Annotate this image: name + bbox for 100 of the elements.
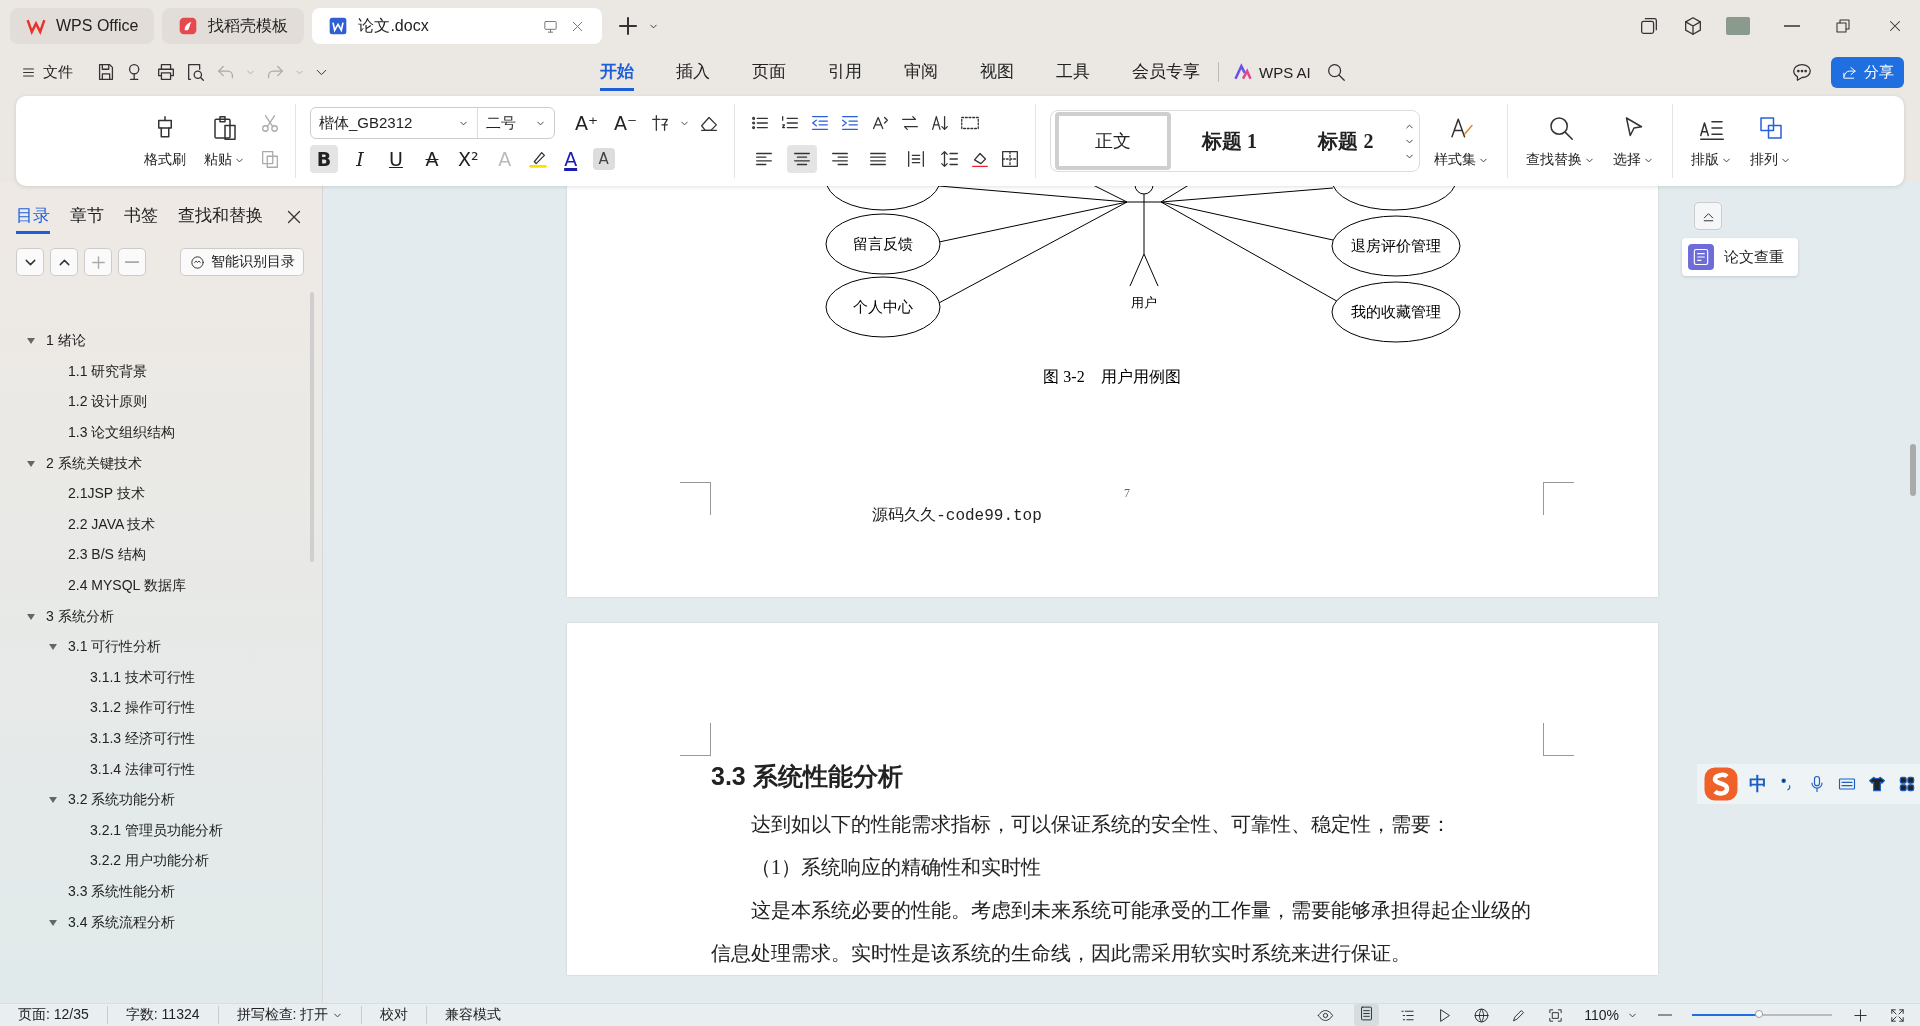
tree-toggle-icon[interactable]	[26, 458, 36, 469]
page-view-button[interactable]	[1354, 1004, 1380, 1026]
panel-tab[interactable]: 章节	[70, 200, 104, 234]
minus-icon	[125, 261, 139, 263]
focus-icon[interactable]	[1547, 1006, 1565, 1024]
layout-button[interactable]: 排版	[1687, 111, 1737, 171]
toc-item[interactable]: 3.4 系统流程分析	[68, 913, 176, 932]
style-option[interactable]: 标题 2	[1287, 112, 1405, 170]
find-replace-button[interactable]: 查找替换	[1522, 111, 1600, 171]
share-button[interactable]: 分享	[1831, 56, 1904, 88]
toc-item[interactable]: 3.2.2 用户功能分析	[90, 852, 210, 871]
proofread-button[interactable]: 校对	[362, 1006, 428, 1024]
ai-button[interactable]: WPS AI	[1233, 62, 1311, 82]
panel-tab[interactable]: 查找和替换	[178, 200, 263, 234]
font-style-button[interactable]: X²	[454, 145, 483, 173]
font-size-dropdown[interactable]: 二号	[478, 108, 554, 138]
toc-item[interactable]: 3.2.1 管理员功能分析	[90, 821, 224, 840]
ribbon-tab[interactable]: 会员专享	[1132, 53, 1200, 91]
input-mode-toggle[interactable]: 中	[1749, 772, 1767, 796]
toc-item[interactable]: 3.1.1 技术可行性	[90, 668, 196, 687]
globe-icon[interactable]	[1473, 1006, 1491, 1024]
use-case: 留言反馈	[825, 213, 941, 275]
style-set-button[interactable]: 样式集	[1430, 111, 1494, 171]
font-style-button[interactable]: A	[418, 145, 446, 173]
ribbon-tab[interactable]: 审阅	[904, 53, 938, 91]
select-button[interactable]: 选择	[1609, 111, 1659, 171]
apps-icon[interactable]	[1897, 774, 1917, 794]
tree-toggle-icon[interactable]	[48, 917, 58, 928]
font-style-button[interactable]: B	[310, 145, 338, 173]
section-heading: 3.3 系统性能分析	[711, 761, 904, 792]
font-style-button[interactable]: A	[592, 148, 615, 170]
toc-item[interactable]: 1.1 研究背景	[68, 362, 148, 381]
panel-tab[interactable]: 目录	[16, 200, 50, 234]
arrange-button[interactable]: 排列	[1746, 111, 1796, 171]
collapse-button[interactable]	[1694, 202, 1722, 230]
expand-button[interactable]	[16, 248, 44, 276]
toc-item[interactable]: 3.2 系统功能分析	[68, 791, 176, 810]
toc-item[interactable]: 2.1JSP 技术	[68, 485, 145, 504]
zoom-slider-thumb[interactable]	[1755, 1010, 1764, 1018]
actor-label: 用户	[1131, 295, 1157, 310]
toc-item[interactable]: 3.3 系统性能分析	[68, 883, 176, 901]
file-menu[interactable]: 文件	[20, 62, 73, 82]
toc-item[interactable]: 3 系统分析	[46, 607, 114, 626]
style-option[interactable]: 标题 1	[1171, 112, 1288, 170]
spell-check-toggle[interactable]: 拼写检查: 打开	[218, 1006, 363, 1024]
toc-item[interactable]: 1 绪论	[46, 332, 86, 351]
body-paragraph: 这是本系统必要的性能。考虑到未来系统可能承受的工作量，需要能够承担得起企业级的信息处理需求。实时性是该系统的生命线，因此需采用软实时系统来进行保证。	[711, 898, 1532, 966]
style-option[interactable]: 正文	[1055, 112, 1172, 170]
ribbon-tab[interactable]: 工具	[1056, 53, 1090, 91]
toc-item[interactable]: 1.3 论文组织结构	[68, 424, 176, 443]
ribbon-tab[interactable]: 引用	[828, 53, 862, 91]
toc-item[interactable]: 3.1.3 经济可行性	[90, 730, 196, 748]
ribbon-tab[interactable]: 页面	[752, 53, 786, 91]
ribbon-tab[interactable]: 插入	[676, 53, 710, 91]
toc-item[interactable]: 2.4 MYSQL 数据库	[68, 577, 186, 596]
tree-toggle-icon[interactable]	[26, 611, 36, 622]
use-case: 退房评价管理	[1331, 215, 1461, 277]
toc-item[interactable]: 2.3 B/S 结构	[68, 546, 146, 565]
grow-font-button[interactable]: A⁺	[571, 109, 603, 137]
ribbon-tab[interactable]: 开始	[600, 53, 634, 91]
font-style-button[interactable]: A	[556, 145, 585, 173]
word-count[interactable]: 字数: 11324	[107, 1006, 219, 1024]
plus-icon	[89, 253, 107, 271]
smart-icon	[189, 253, 206, 271]
toc-item[interactable]: 3.1.2 操作可行性	[90, 699, 196, 718]
restore-icon[interactable]	[1834, 17, 1852, 35]
print-preview-icon[interactable]	[185, 61, 207, 83]
shrink-font-button[interactable]: A⁻	[610, 109, 642, 137]
toc-item[interactable]: 1.2 设计原则	[68, 393, 148, 412]
font-name-dropdown[interactable]: 楷体_GB2312	[311, 108, 478, 138]
fullscreen-icon[interactable]	[1889, 1006, 1906, 1024]
toc-item[interactable]: 2.2 JAVA 技术	[68, 515, 156, 534]
document-tab[interactable]: 论文.docx	[312, 8, 603, 44]
document-tab[interactable]: WPS Office	[10, 8, 155, 44]
font-style-button[interactable]: I	[346, 145, 374, 173]
page-count[interactable]: 页面: 12/35	[0, 1006, 108, 1024]
toc-item[interactable]: 3.1.4 法律可行性	[90, 760, 196, 779]
cube-icon[interactable]	[1682, 15, 1704, 37]
document-tab[interactable]: 找稻壳模板	[162, 8, 305, 44]
zoom-in-icon[interactable]	[1852, 1006, 1869, 1024]
align-button[interactable]	[787, 145, 818, 173]
smart-toc-button[interactable]: 智能识别目录	[180, 248, 304, 276]
scrollbar-thumb[interactable]	[1910, 444, 1916, 496]
chat-icon[interactable]	[1791, 61, 1813, 83]
plagiarism-check-button[interactable]: 论文查重	[1682, 238, 1798, 276]
ai-logo-icon	[1233, 62, 1253, 82]
panel-tab[interactable]: 书签	[124, 200, 158, 234]
windows-icon[interactable]	[1638, 15, 1660, 37]
print-icon[interactable]	[155, 61, 177, 83]
paste-button[interactable]: 粘贴	[200, 111, 249, 171]
ribbon-tab[interactable]: 视图	[980, 53, 1014, 91]
shirt-icon[interactable]	[1867, 774, 1887, 794]
toc-item[interactable]: 2 系统关键技术	[46, 454, 142, 473]
use-case: 个人中心	[825, 276, 941, 338]
zoom-dropdown[interactable]: 110%	[1584, 1007, 1638, 1023]
format-painter-button[interactable]: 格式刷	[140, 111, 190, 171]
font-style-button[interactable]: U	[382, 145, 410, 173]
toc-item[interactable]: 3.1 可行性分析	[68, 638, 162, 657]
collapse-button[interactable]	[50, 248, 78, 276]
input-method-logo-icon[interactable]	[1703, 766, 1739, 802]
